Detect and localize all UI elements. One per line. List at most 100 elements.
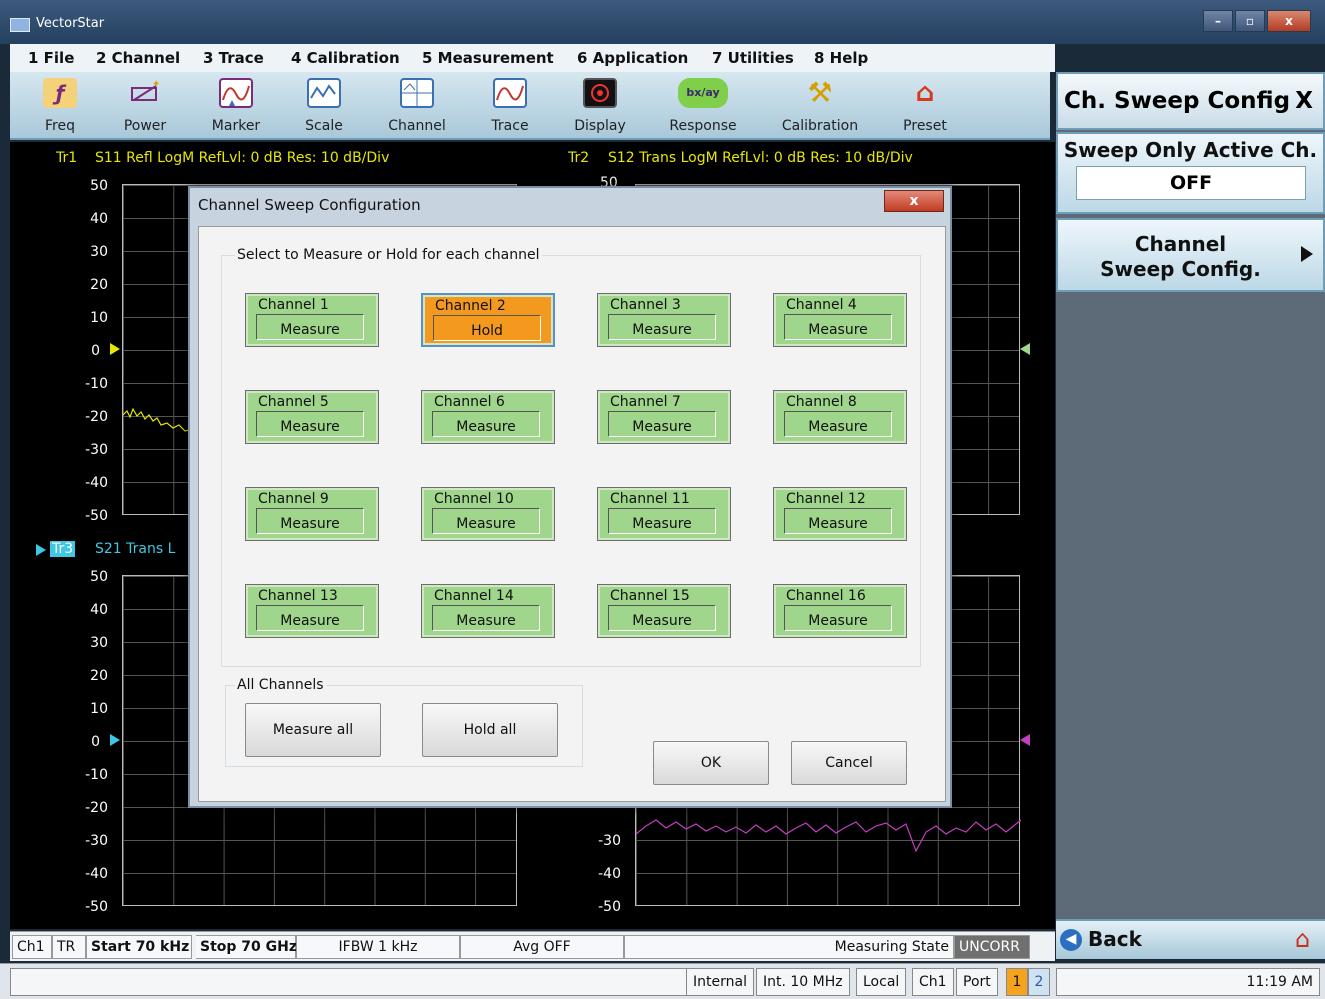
y-tick: 20 [90, 668, 108, 684]
toolbar-power-button[interactable]: ✦ Power [100, 76, 190, 138]
y-tick: 40 [90, 602, 108, 618]
channel-state: Measure [784, 314, 892, 340]
toolbar-freq-button[interactable]: ƒ Freq [15, 76, 105, 138]
all-channels-label: All Channels [235, 677, 326, 693]
menu-trace[interactable]: 3 Trace [203, 49, 264, 67]
sweep-only-active-toggle[interactable]: Sweep Only Active Ch. OFF [1056, 132, 1325, 214]
channel-state: Measure [256, 314, 364, 340]
channel-7-button[interactable]: Channel 7 Measure [597, 390, 731, 444]
menu-application[interactable]: 6 Application [577, 49, 688, 67]
channel-state: Measure [608, 605, 716, 631]
channel-5-button[interactable]: Channel 5 Measure [245, 390, 379, 444]
channel-2-button[interactable]: Channel 2 Hold [421, 293, 555, 347]
channel-sweep-config-button[interactable]: Channel Sweep Config. [1056, 218, 1325, 292]
trace-icon [493, 78, 527, 108]
status-ifbw[interactable]: IFBW 1 kHz [296, 935, 460, 959]
channel-name: Channel 15 [610, 588, 690, 604]
channel-1-button[interactable]: Channel 1 Measure [245, 293, 379, 347]
status-measuring-state: Measuring State [624, 935, 954, 959]
ok-button[interactable]: OK [653, 741, 769, 785]
toolbar-marker-button[interactable]: Marker [191, 76, 281, 138]
channel-8-button[interactable]: Channel 8 Measure [773, 390, 907, 444]
toolbar-display-button[interactable]: Display [555, 76, 645, 138]
hold-all-button[interactable]: Hold all [422, 703, 558, 757]
y-tick: -10 [85, 767, 108, 783]
channel-15-button[interactable]: Channel 15 Measure [597, 584, 731, 638]
active-channel: Ch1 [912, 968, 954, 996]
status-stop-freq[interactable]: Stop 70 GHz [196, 935, 297, 959]
panel-title: Ch. Sweep Config [1064, 88, 1291, 114]
menu-file[interactable]: 1 File [28, 49, 74, 67]
menu-help[interactable]: 8 Help [814, 49, 868, 67]
channel-icon [400, 78, 434, 108]
channel-name: Channel 7 [610, 394, 681, 410]
menu-measurement[interactable]: 5 Measurement [422, 49, 554, 67]
toolbar-trace-button[interactable]: Trace [465, 76, 555, 138]
channel-state: Measure [608, 508, 716, 534]
port-1-indicator[interactable]: 1 [1006, 968, 1028, 996]
back-button[interactable]: ◀ Back ⌂ [1056, 919, 1325, 959]
menu-bar: 1 File 2 Channel 3 Trace 4 Calibration 5… [10, 44, 1055, 72]
channel-14-button[interactable]: Channel 14 Measure [421, 584, 555, 638]
status-avg[interactable]: Avg OFF [460, 935, 624, 959]
channel-6-button[interactable]: Channel 6 Measure [421, 390, 555, 444]
dialog-body: Select to Measure or Hold for each chann… [198, 226, 946, 802]
back-label: Back [1088, 927, 1142, 951]
y-tick: -30 [85, 442, 108, 458]
channel-sweep-line1: Channel [1134, 232, 1227, 256]
toolbar-response-button[interactable]: bx/ay Response [658, 76, 748, 138]
ref-marker-right-icon [1020, 343, 1030, 355]
window-close-button[interactable]: x [1267, 10, 1311, 32]
trace1-label[interactable]: Tr1 [56, 150, 77, 166]
toolbar: ƒ Freq ✦ Power Marker Scale Channel Trac… [10, 72, 1050, 140]
channel-10-button[interactable]: Channel 10 Measure [421, 487, 555, 541]
toolbar-channel-button[interactable]: Channel [372, 76, 462, 138]
channel-11-button[interactable]: Channel 11 Measure [597, 487, 731, 541]
status-trace[interactable]: TR [52, 935, 86, 959]
toolbar-scale-button[interactable]: Scale [279, 76, 369, 138]
panel-close-button[interactable]: X [1295, 88, 1313, 114]
app-icon [10, 18, 30, 32]
y-tick: 20 [90, 277, 108, 293]
channel-16-button[interactable]: Channel 16 Measure [773, 584, 907, 638]
channel-sweep-config-label: Channel Sweep Config. [1058, 232, 1303, 282]
channel-9-button[interactable]: Channel 9 Measure [245, 487, 379, 541]
channel-name: Channel 8 [786, 394, 857, 410]
y-tick: -10 [85, 376, 108, 392]
y-tick-right: -50 [598, 899, 621, 915]
y-tick: 30 [90, 244, 108, 260]
channel-4-button[interactable]: Channel 4 Measure [773, 293, 907, 347]
menu-utilities[interactable]: 7 Utilities [712, 49, 794, 67]
menu-calibration[interactable]: 4 Calibration [291, 49, 400, 67]
panel-title-bar: Ch. Sweep Config X [1056, 72, 1325, 130]
y-tick: 50 [90, 178, 108, 194]
toolbar-calibration-button[interactable]: ⚒ Calibration [775, 76, 865, 138]
channel-13-button[interactable]: Channel 13 Measure [245, 584, 379, 638]
channel-state: Measure [432, 411, 540, 437]
channel-name: Channel 2 [435, 298, 506, 314]
measure-all-button[interactable]: Measure all [245, 703, 381, 757]
channel-3-button[interactable]: Channel 3 Measure [597, 293, 731, 347]
preset-icon: ⌂ [915, 78, 935, 108]
dialog-title: Channel Sweep Configuration [198, 196, 421, 214]
cancel-button[interactable]: Cancel [791, 741, 907, 785]
trace2-label[interactable]: Tr2 [568, 150, 589, 166]
ref-marker-left-icon [110, 343, 120, 355]
y-tick: -20 [85, 409, 108, 425]
channel-state: Measure [784, 605, 892, 631]
menu-channel[interactable]: 2 Channel [96, 49, 180, 67]
dialog-close-button[interactable]: x [884, 190, 944, 212]
home-icon[interactable]: ⌂ [1295, 927, 1319, 951]
status-start-freq[interactable]: Start 70 kHz [86, 935, 192, 959]
port-2-indicator[interactable]: 2 [1028, 968, 1050, 996]
trace3-label[interactable]: Tr3 [50, 541, 76, 557]
toolbar-preset-button[interactable]: ⌂ Preset [880, 76, 970, 138]
trace1-header: S11 Refl LogM RefLvl: 0 dB Res: 10 dB/Di… [95, 150, 390, 166]
restore-button[interactable]: ▫ [1235, 10, 1265, 32]
clock: 11:19 AM [1056, 968, 1320, 996]
y-tick: -40 [85, 866, 108, 882]
control-mode: Local [856, 968, 907, 996]
channel-12-button[interactable]: Channel 12 Measure [773, 487, 907, 541]
minimize-button[interactable]: – [1203, 10, 1233, 32]
status-channel[interactable]: Ch1 [12, 935, 52, 959]
